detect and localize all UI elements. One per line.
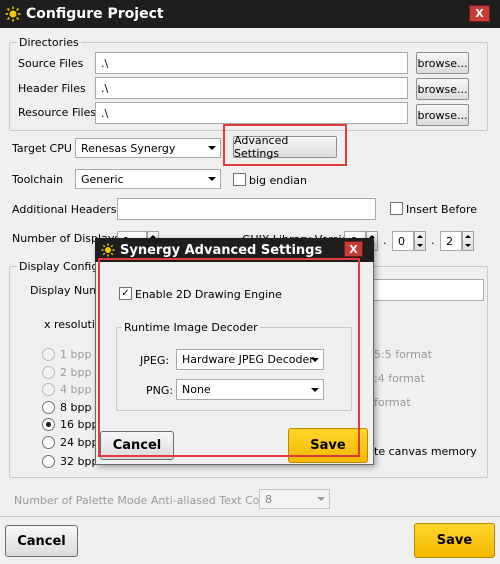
target-cpu-label: Target CPU [12, 142, 72, 155]
big-endian-label: big endian [249, 174, 308, 187]
source-files-input[interactable]: .\ [95, 52, 408, 74]
palette-colors-label: Number of Palette Mode Anti-aliased Text… [14, 494, 284, 507]
bpp-16-radio[interactable] [42, 418, 55, 431]
bpp-32-label: 32 bpp [60, 455, 99, 468]
resource-files-browse-button[interactable]: browse... [416, 104, 469, 126]
close-icon: X [349, 242, 358, 256]
version-separator: . [431, 234, 435, 247]
app-sun-icon [101, 243, 115, 257]
bpp-32-radio[interactable] [42, 455, 55, 468]
app-sun-icon [5, 6, 21, 22]
bpp-4-label: 4 bpp [60, 383, 92, 396]
format-4444-label: :4 format [374, 372, 425, 385]
resource-files-label: Resource Files [18, 106, 97, 119]
target-cpu-select[interactable]: Renesas Synergy [75, 138, 221, 158]
toolchain-select[interactable]: Generic [75, 169, 221, 189]
bpp-1-label: 1 bpp [60, 348, 92, 361]
footer-divider [0, 516, 500, 517]
source-files-label: Source Files [18, 57, 84, 70]
bpp-8-radio[interactable] [42, 401, 55, 414]
guix-patch-input[interactable]: 2 [440, 231, 462, 251]
bpp-24-radio[interactable] [42, 436, 55, 449]
close-window-button[interactable]: X [469, 5, 490, 22]
chevron-down-icon [208, 146, 216, 150]
guix-minor-spinner[interactable] [414, 231, 426, 251]
save-button[interactable]: Save [414, 523, 495, 558]
canvas-memory-label: te canvas memory [374, 445, 477, 458]
display-name-input[interactable] [372, 279, 484, 301]
bpp-2-radio[interactable] [42, 366, 55, 379]
bpp-8-label: 8 bpp [60, 401, 92, 414]
guix-minor-input[interactable]: 0 [392, 231, 414, 251]
chevron-down-icon [317, 497, 325, 501]
insert-before-label: Insert Before [406, 203, 478, 216]
header-files-browse-button[interactable]: browse... [416, 78, 469, 100]
big-endian-checkbox[interactable] [233, 173, 246, 186]
advanced-settings-highlight [223, 124, 347, 166]
header-files-label: Header Files [18, 82, 86, 95]
close-icon: X [475, 7, 484, 20]
chevron-down-icon [208, 177, 216, 181]
resource-files-input[interactable]: .\ [95, 102, 408, 124]
version-separator: . [383, 234, 387, 247]
cancel-button[interactable]: Cancel [5, 525, 78, 557]
palette-colors-value: 8 [265, 492, 272, 506]
target-cpu-value: Renesas Synergy [81, 141, 176, 155]
bpp-16-label: 16 bpp [60, 418, 99, 431]
advanced-dialog-highlight [98, 258, 360, 457]
toolchain-value: Generic [81, 172, 124, 186]
format-565-label: 5:5 format [374, 348, 432, 361]
additional-headers-input[interactable] [117, 198, 376, 220]
bpp-24-label: 24 bpp [60, 436, 99, 449]
bpp-1-radio[interactable] [42, 348, 55, 361]
advanced-settings-title: Synergy Advanced Settings [120, 242, 323, 258]
close-dialog-button[interactable]: X [344, 241, 363, 257]
header-files-input[interactable]: .\ [95, 77, 408, 99]
bpp-4-radio[interactable] [42, 383, 55, 396]
palette-colors-select[interactable]: 8 [259, 489, 330, 509]
window-titlebar: Configure Project X [0, 0, 500, 28]
bpp-2-label: 2 bpp [60, 366, 92, 379]
directories-legend: Directories [17, 36, 81, 49]
insert-before-checkbox[interactable] [390, 202, 403, 215]
window-title: Configure Project [26, 6, 164, 22]
additional-headers-label: Additional Headers [12, 203, 117, 216]
guix-patch-spinner[interactable] [462, 231, 474, 251]
format-other-label: format [374, 396, 411, 409]
source-files-browse-button[interactable]: browse... [416, 52, 469, 74]
toolchain-label: Toolchain [12, 173, 64, 186]
